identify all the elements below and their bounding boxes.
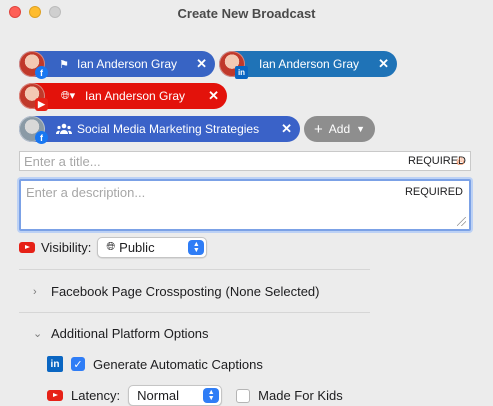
destination-name: Social Media Marketing Strategies <box>77 122 260 136</box>
made-for-kids-label: Made For Kids <box>258 388 343 403</box>
window-title: Create New Broadcast <box>177 5 316 21</box>
captions-checkbox[interactable]: ✓ <box>71 357 85 371</box>
linkedin-icon: in <box>235 66 248 79</box>
linkedin-icon: in <box>47 356 63 372</box>
facebook-icon: f <box>35 66 48 79</box>
destination-chip-linkedin[interactable]: in Ian Anderson Gray ✕ <box>219 51 397 79</box>
latency-label: Latency: <box>71 388 121 403</box>
destination-chip-youtube[interactable]: ▶ 🌐︎▾ Ian Anderson Gray ✕ <box>19 83 227 111</box>
visibility-row: Visibility: 🌐︎ Public ▲ ▼ <box>19 237 208 258</box>
flame-icon[interactable]: 🔥︎ <box>456 154 465 169</box>
plus-icon: + <box>314 120 323 138</box>
description-required-label: REQUIRED <box>404 186 463 198</box>
crossposting-status: (None Selected) <box>225 284 320 299</box>
remove-destination-icon[interactable]: ✕ <box>208 88 219 104</box>
captions-row: in ✓ Generate Automatic Captions <box>47 356 263 372</box>
facebook-icon: f <box>35 131 48 144</box>
stepper-icon: ▲ ▼ <box>203 388 220 403</box>
avatar: f <box>19 116 48 144</box>
additional-options-label: Additional Platform Options <box>51 326 209 341</box>
avatar: f <box>19 51 48 79</box>
flag-icon: ⚑ <box>59 58 69 71</box>
youtube-icon: ▶ <box>35 98 48 111</box>
visibility-select[interactable]: 🌐︎ Public ▲ ▼ <box>97 237 208 258</box>
window-controls <box>9 6 61 18</box>
captions-label: Generate Automatic Captions <box>93 356 263 372</box>
remove-destination-icon[interactable]: ✕ <box>281 121 292 137</box>
group-icon <box>55 123 73 135</box>
stepper-icon: ▲ ▼ <box>188 240 205 255</box>
description-field[interactable]: REQUIRED <box>19 179 471 231</box>
group-icon-svg <box>56 123 72 134</box>
destination-chip-facebook-profile[interactable]: f ⚑ Ian Anderson Gray ✕ <box>19 51 215 79</box>
made-for-kids-checkbox[interactable] <box>236 388 251 403</box>
resize-grip-icon[interactable] <box>457 217 466 226</box>
latency-select[interactable]: Normal ▲ ▼ <box>128 385 223 406</box>
additional-options-section[interactable]: ⌄ Additional Platform Options <box>33 326 209 341</box>
chevron-down-icon: ⌄ <box>33 328 43 340</box>
destination-name: Ian Anderson Gray <box>85 89 186 103</box>
avatar: ▶ <box>19 83 48 111</box>
zoom-window-button[interactable] <box>49 6 61 18</box>
add-button-label: Add <box>328 122 351 136</box>
destination-name: Ian Anderson Gray <box>259 57 360 71</box>
destination-chip-facebook-group[interactable]: f Social Media Marketing Strategies ✕ <box>19 116 300 144</box>
crossposting-label: Facebook Page Crossposting <box>51 284 222 299</box>
latency-row: Latency: Normal ▲ ▼ Made For Kids <box>47 385 343 406</box>
title-field[interactable]: REQUIRED <box>19 151 471 171</box>
destination-name: Ian Anderson Gray <box>77 57 178 71</box>
latency-value: Normal <box>137 388 180 403</box>
chevron-right-icon: › <box>33 285 37 298</box>
youtube-icon <box>19 242 35 253</box>
visibility-label: Visibility: <box>41 240 92 255</box>
youtube-icon <box>47 390 63 401</box>
description-input[interactable] <box>21 181 469 229</box>
title-input[interactable] <box>24 154 466 169</box>
avatar: in <box>219 51 248 79</box>
add-destination-button[interactable]: + Add ▼ <box>304 116 376 142</box>
destinations-row: f ⚑ Ian Anderson Gray ✕ in Ian Anderson … <box>19 51 397 79</box>
visibility-value: Public <box>119 240 155 255</box>
divider <box>19 312 370 313</box>
destinations-row: ▶ 🌐︎▾ Ian Anderson Gray ✕ <box>19 83 227 111</box>
divider <box>19 269 370 270</box>
minimize-window-button[interactable] <box>29 6 41 18</box>
chevron-down-icon: ▼ <box>356 124 366 134</box>
title-bar: Create New Broadcast <box>0 0 493 24</box>
globe-dropdown-icon[interactable]: 🌐︎▾ <box>55 89 81 103</box>
remove-destination-icon[interactable]: ✕ <box>196 56 207 72</box>
close-window-button[interactable] <box>9 6 21 18</box>
globe-icon: 🌐︎ <box>106 241 116 253</box>
destinations-row: f Social Media Marketing Strategies ✕ + … <box>19 116 376 144</box>
remove-destination-icon[interactable]: ✕ <box>378 56 389 72</box>
crossposting-section[interactable]: › Facebook Page Crossposting (None Selec… <box>33 284 320 299</box>
